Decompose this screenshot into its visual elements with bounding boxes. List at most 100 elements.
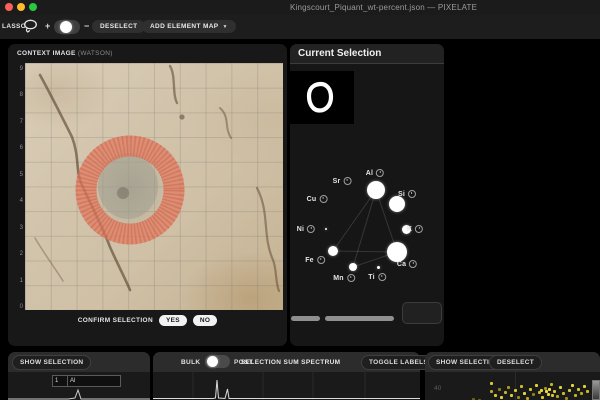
y-axis-tick-label: 0 [20, 304, 23, 310]
title-bar: Kingscourt_Piquant_wt-percent.json — PIX… [0, 0, 600, 15]
element-label-fe[interactable]: Fe [305, 256, 325, 264]
element-clock-icon[interactable] [319, 195, 327, 203]
element-clock-icon[interactable] [376, 169, 384, 177]
context-panel-header: CONTEXT IMAGE (WATSON) [17, 50, 113, 57]
unlabeled-button[interactable] [402, 302, 442, 324]
element-node-mn[interactable] [349, 263, 357, 271]
bulk-mode-label[interactable]: BULK [181, 359, 200, 366]
element-clock-icon[interactable] [343, 177, 351, 185]
confirm-selection-label: CONFIRM SELECTION [78, 317, 153, 324]
context-image[interactable] [25, 63, 283, 310]
element-symbol: Si [398, 191, 405, 198]
element-symbol: Ca [397, 261, 406, 268]
deselect-button[interactable]: DESELECT [489, 355, 542, 370]
context-image-panel: CONTEXT IMAGE (WATSON) 9876543210 CONFIR… [8, 44, 287, 346]
element-symbol: Ni [297, 226, 304, 233]
element-symbol: K [407, 226, 412, 233]
y-axis-tick-label: 2 [20, 251, 23, 257]
sum-spectrum-panel-header: BULK POST SELECTION SUM SPECTRUM TOGGLE … [153, 352, 420, 372]
element-clock-icon[interactable] [317, 256, 325, 264]
element-clock-icon[interactable] [408, 190, 416, 198]
map-colorbar [592, 380, 600, 400]
element-edge [353, 190, 376, 267]
element-symbol: Sr [333, 178, 341, 185]
element-row-panel: SHOW SELECTION 1 Al [8, 352, 150, 400]
brush-add-label[interactable]: + [45, 21, 50, 31]
context-panel-subtitle: (WATSON) [78, 50, 113, 57]
add-element-map-button[interactable]: ADD ELEMENT MAP ▼ [142, 20, 236, 33]
zoom-window-button[interactable] [29, 3, 37, 11]
brush-subtract-label[interactable]: − [84, 21, 89, 31]
element-label-cu[interactable]: Cu [307, 195, 328, 203]
element-edge [333, 190, 376, 251]
element-label-ca[interactable]: Ca [397, 260, 417, 268]
element-clock-icon[interactable] [409, 260, 417, 268]
current-selection-panel: Current Selection Al Sr Si Cu Ni K Fe Ca Mn Ti [290, 44, 444, 346]
element-symbol: Al [366, 170, 373, 177]
sample-blob-spot [117, 187, 129, 199]
element-label-si[interactable]: Si [398, 190, 416, 198]
element-node-fe[interactable] [328, 246, 338, 256]
y-axis-tick-label: 3 [20, 225, 23, 231]
element-symbol: Cu [307, 196, 317, 203]
element-node-si[interactable] [389, 196, 405, 212]
bulk-post-toggle[interactable] [205, 355, 230, 368]
element-symbol: Mn [333, 275, 344, 282]
context-panel-title: CONTEXT IMAGE [17, 50, 76, 57]
crack-line [220, 108, 231, 138]
y-axis-tick-label: 8 [20, 92, 23, 98]
context-annotations [25, 63, 283, 310]
element-row-panel-header: SHOW SELECTION [8, 352, 150, 372]
show-selection-button[interactable]: SHOW SELECTION [12, 355, 91, 370]
element-label-sr[interactable]: Sr [333, 177, 352, 185]
selection-slider-small[interactable] [291, 316, 320, 321]
selection-slider-large[interactable] [325, 316, 394, 321]
element-clock-icon[interactable] [378, 273, 386, 281]
element-label-ti[interactable]: Ti [368, 273, 386, 281]
element-label-ni[interactable]: Ni [297, 225, 315, 233]
y-axis-tick-label: 9 [20, 66, 23, 72]
chevron-down-icon: ▼ [222, 24, 227, 30]
element-label-mn[interactable]: Mn [333, 274, 355, 282]
map-gridline [515, 372, 516, 400]
crack-spot [179, 114, 184, 119]
element-node-ni[interactable] [325, 228, 327, 230]
map-axis-tick: 40 [434, 385, 441, 392]
toggle-knob [207, 356, 218, 367]
element-clock-icon[interactable] [347, 274, 355, 282]
confirm-yes-button[interactable]: YES [159, 315, 187, 326]
element-scatter-plot[interactable]: Al Sr Si Cu Ni K Fe Ca Mn Ti [290, 150, 444, 300]
minimize-window-button[interactable] [17, 3, 25, 11]
element-map-image[interactable] [490, 382, 493, 385]
toolbar: LASSO + − DESELECT ADD ELEMENT MAP ▼ [0, 15, 600, 42]
deselect-button[interactable]: DESELECT [92, 20, 145, 33]
element-node-ti[interactable] [377, 266, 380, 269]
y-axis-tick-label: 6 [20, 145, 23, 151]
element-map-panel-header: SHOW SELECTION DESELECT [425, 352, 600, 372]
lasso-icon[interactable] [22, 19, 39, 39]
current-selection-title: Current Selection [298, 48, 381, 59]
confirm-no-button[interactable]: NO [193, 315, 217, 326]
current-selection-header: Current Selection [290, 44, 444, 64]
sum-spectrum-plot[interactable] [153, 372, 420, 400]
confirm-selection-row: CONFIRM SELECTION YES NO [8, 315, 287, 326]
element-row-spectrum[interactable] [8, 386, 150, 400]
close-window-button[interactable] [5, 3, 13, 11]
crack-line [257, 188, 279, 291]
element-label-al[interactable]: Al [366, 169, 384, 177]
toggle-knob [60, 21, 72, 33]
crack-line [35, 238, 63, 281]
selection-thumbnail[interactable] [290, 71, 354, 124]
y-axis-tick-label: 1 [20, 278, 23, 284]
element-clock-icon[interactable] [415, 225, 423, 233]
add-element-map-label: ADD ELEMENT MAP [150, 23, 218, 30]
brush-mode-toggle[interactable] [54, 20, 80, 34]
sum-spectrum-title: SELECTION SUM SPECTRUM [241, 359, 340, 366]
y-axis-tick-label: 7 [20, 119, 23, 125]
element-symbol: Fe [305, 257, 314, 264]
element-node-ca[interactable] [387, 242, 407, 262]
element-label-k[interactable]: K [407, 225, 423, 233]
element-clock-icon[interactable] [307, 225, 315, 233]
element-symbol: Ti [368, 274, 375, 281]
element-node-al[interactable] [367, 181, 385, 199]
